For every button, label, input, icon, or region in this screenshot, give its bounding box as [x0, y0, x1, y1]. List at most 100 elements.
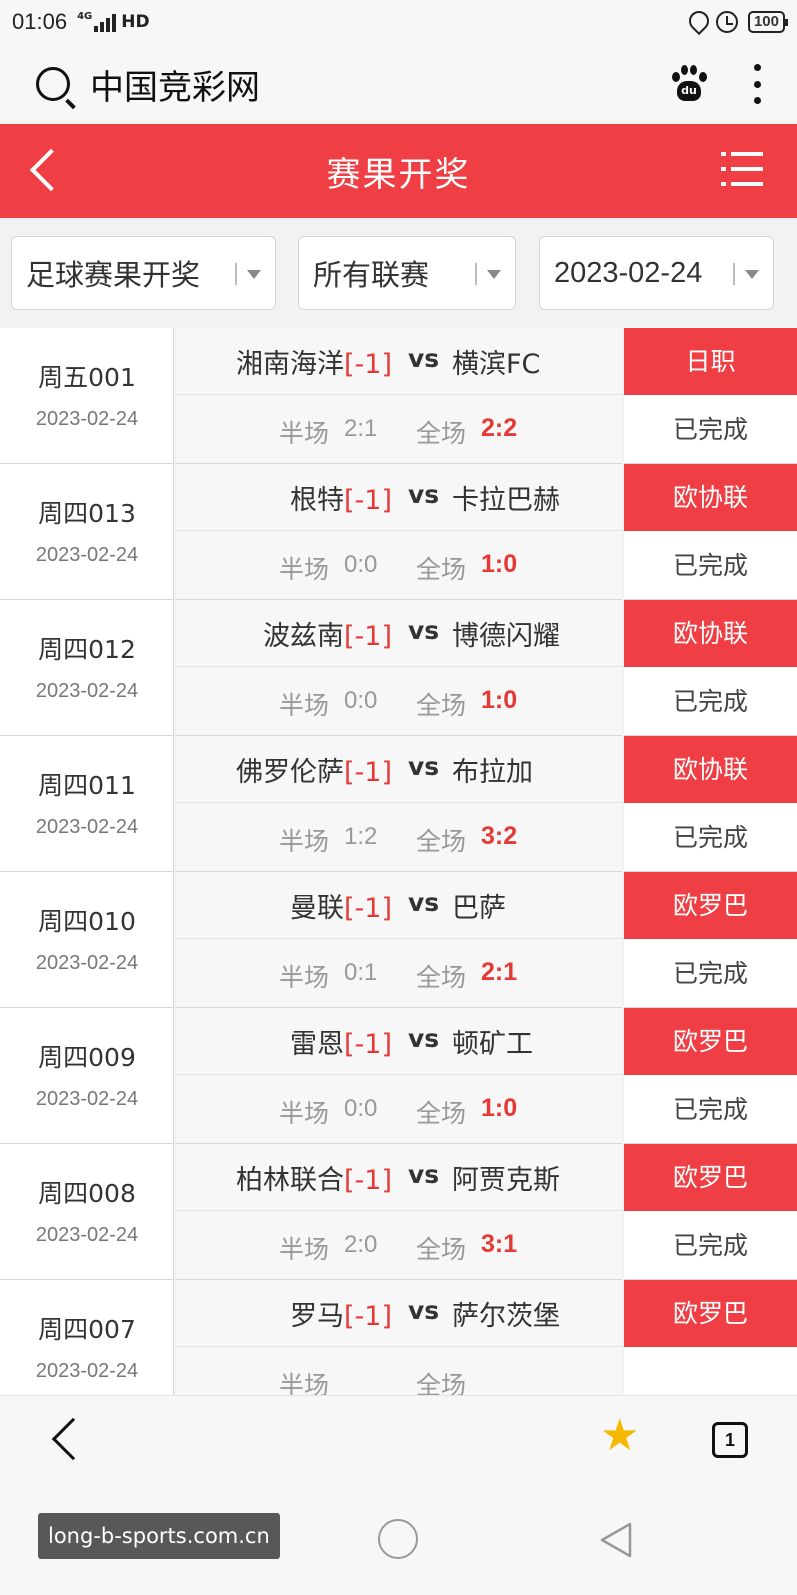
- chevron-left-icon[interactable]: [29, 148, 73, 192]
- date-select[interactable]: 2023-02-24: [539, 236, 774, 310]
- date-select-value: 2023-02-24: [554, 256, 703, 289]
- half-label: 半场: [279, 419, 330, 448]
- status-time: 01:06: [12, 9, 68, 34]
- match-status: [624, 1347, 797, 1395]
- half-label: 半场: [279, 963, 330, 992]
- full-label: 全场: [416, 1371, 467, 1395]
- home-team: 佛罗伦萨[-1]: [236, 750, 392, 789]
- match-info: 周四012 2023-02-24: [0, 600, 174, 736]
- handicap: [-1]: [344, 1301, 392, 1332]
- handicap: [-1]: [344, 757, 392, 788]
- teams-cell: 湘南海洋[-1] vs 横滨FC: [176, 328, 622, 395]
- half-score: 1:2: [344, 823, 378, 850]
- match-status: 已完成: [624, 1211, 797, 1280]
- league-badge: 日职: [624, 328, 797, 395]
- search-icon[interactable]: [36, 67, 70, 101]
- full-score: 1:0: [481, 550, 518, 578]
- teams-cell: 罗马[-1] vs 萨尔茨堡: [176, 1280, 622, 1347]
- score-cell: 半场 2:1 全场 2:2: [176, 395, 622, 464]
- match-row[interactable]: 周五001 2023-02-24 湘南海洋[-1] vs 横滨FC 半场 2:1 全场 2:2 日…: [0, 328, 797, 464]
- vs-label: vs: [408, 616, 440, 645]
- half-label: 半场: [279, 1371, 330, 1395]
- match-code: 周四007: [38, 1315, 136, 1344]
- match-code: 周四012: [38, 635, 136, 664]
- home-team: 波兹南[-1]: [263, 614, 392, 653]
- browser-bar: 中国竞彩网 du: [0, 44, 797, 124]
- match-row[interactable]: 周四008 2023-02-24 柏林联合[-1] vs 阿贾克斯 半场 2:0 全场 3:1 欧…: [0, 1144, 797, 1280]
- full-label: 全场: [416, 1235, 467, 1264]
- teams-cell: 曼联[-1] vs 巴萨: [176, 872, 622, 939]
- league-select-value: 所有联赛: [313, 258, 430, 292]
- match-row[interactable]: 周四010 2023-02-24 曼联[-1] vs 巴萨 半场 0:1 全场 2:1 欧罗巴 已完…: [0, 872, 797, 1008]
- league-badge: 欧协联: [624, 600, 797, 667]
- handicap: [-1]: [344, 893, 392, 924]
- more-vertical-icon[interactable]: [753, 64, 761, 104]
- tabs-icon[interactable]: 1: [712, 1422, 748, 1458]
- vs-label: vs: [408, 344, 440, 373]
- full-score: 1:0: [481, 686, 518, 714]
- back-icon[interactable]: [51, 1417, 95, 1461]
- alarm-icon: [715, 11, 738, 33]
- results-list[interactable]: 周五001 2023-02-24 湘南海洋[-1] vs 横滨FC 半场 2:1 全场 2:2 日…: [0, 328, 797, 1395]
- match-info: 周四011 2023-02-24: [0, 736, 174, 872]
- watermark: long-b-sports.com.cn: [38, 1513, 280, 1559]
- home-team-name: 雷恩: [290, 1029, 344, 1060]
- league-select[interactable]: 所有联赛: [298, 236, 516, 310]
- sport-select-value: 足球赛果开奖: [26, 258, 201, 292]
- match-row[interactable]: 周四012 2023-02-24 波兹南[-1] vs 博德闪耀 半场 0:0 全场 1:0 欧协…: [0, 600, 797, 736]
- score-cell: 半场 2:0 全场 3:1: [176, 1211, 622, 1280]
- home-icon[interactable]: [378, 1519, 418, 1559]
- match-status: 已完成: [624, 939, 797, 1008]
- match-status: 已完成: [624, 1075, 797, 1144]
- location-icon: [688, 11, 706, 33]
- back-triangle-icon[interactable]: [598, 1521, 634, 1559]
- match-code: 周四008: [38, 1179, 136, 1208]
- match-date: 2023-02-24: [35, 1360, 139, 1382]
- full-score: 3:2: [481, 822, 518, 850]
- match-row[interactable]: 周四009 2023-02-24 雷恩[-1] vs 顿矿工 半场 0:0 全场 1:0 欧罗巴已…: [0, 1008, 797, 1144]
- half-score: 2:0: [344, 1231, 378, 1258]
- away-team: 巴萨: [452, 893, 506, 924]
- league-badge: 欧协联: [624, 736, 797, 803]
- sport-select[interactable]: 足球赛果开奖: [11, 236, 276, 310]
- match-date: 2023-02-24: [35, 952, 139, 974]
- away-team: 博德闪耀: [452, 621, 560, 652]
- league-badge: 欧协联: [624, 464, 797, 531]
- match-row[interactable]: 周四011 2023-02-24 佛罗伦萨[-1] vs 布拉加 半场 1:2 全场 3:2 欧协…: [0, 736, 797, 872]
- signal-icon: 4G HD: [77, 12, 150, 32]
- handicap: [-1]: [344, 621, 392, 652]
- match-row[interactable]: 周四013 2023-02-24 根特[-1] vs 卡拉巴赫 半场 0:0 全场 1:0 欧协联…: [0, 464, 797, 600]
- half-label: 半场: [279, 691, 330, 720]
- teams-cell: 雷恩[-1] vs 顿矿工: [176, 1008, 622, 1075]
- half-score: 0:0: [344, 551, 378, 578]
- home-team: 罗马[-1]: [290, 1294, 392, 1333]
- match-row[interactable]: 周四007 2023-02-24 罗马[-1] vs 萨尔茨堡 半场 全场 欧罗巴: [0, 1280, 797, 1395]
- match-code: 周四009: [38, 1043, 136, 1072]
- full-score: 2:1: [481, 958, 518, 986]
- match-date: 2023-02-24: [35, 1224, 139, 1246]
- match-date: 2023-02-24: [35, 680, 139, 702]
- away-team: 卡拉巴赫: [452, 485, 560, 516]
- vs-label: vs: [408, 752, 440, 781]
- status-bar: 01:06 4G HD 100: [0, 0, 797, 44]
- full-score: 3:1: [481, 1230, 518, 1258]
- network-type: 4G: [77, 11, 93, 22]
- score-cell: 半场 全场: [176, 1347, 622, 1395]
- home-team-name: 罗马: [290, 1301, 344, 1332]
- match-date: 2023-02-24: [35, 408, 139, 430]
- star-icon[interactable]: ★: [600, 1414, 639, 1458]
- browser-toolbar: ★ 1: [0, 1395, 797, 1483]
- teams-cell: 佛罗伦萨[-1] vs 布拉加: [176, 736, 622, 803]
- handicap: [-1]: [344, 349, 392, 380]
- paw-icon[interactable]: du: [669, 64, 709, 104]
- match-info: 周四013 2023-02-24: [0, 464, 174, 600]
- battery-icon: 100: [747, 11, 789, 33]
- site-title[interactable]: 中国竞彩网: [90, 60, 260, 109]
- vs-label: vs: [408, 480, 440, 509]
- vs-label: vs: [408, 1160, 440, 1189]
- match-status: 已完成: [624, 803, 797, 872]
- page-header: 赛果开奖: [0, 124, 797, 218]
- full-label: 全场: [416, 691, 467, 720]
- list-menu-icon[interactable]: [721, 152, 763, 188]
- caret-down-icon: [247, 270, 261, 279]
